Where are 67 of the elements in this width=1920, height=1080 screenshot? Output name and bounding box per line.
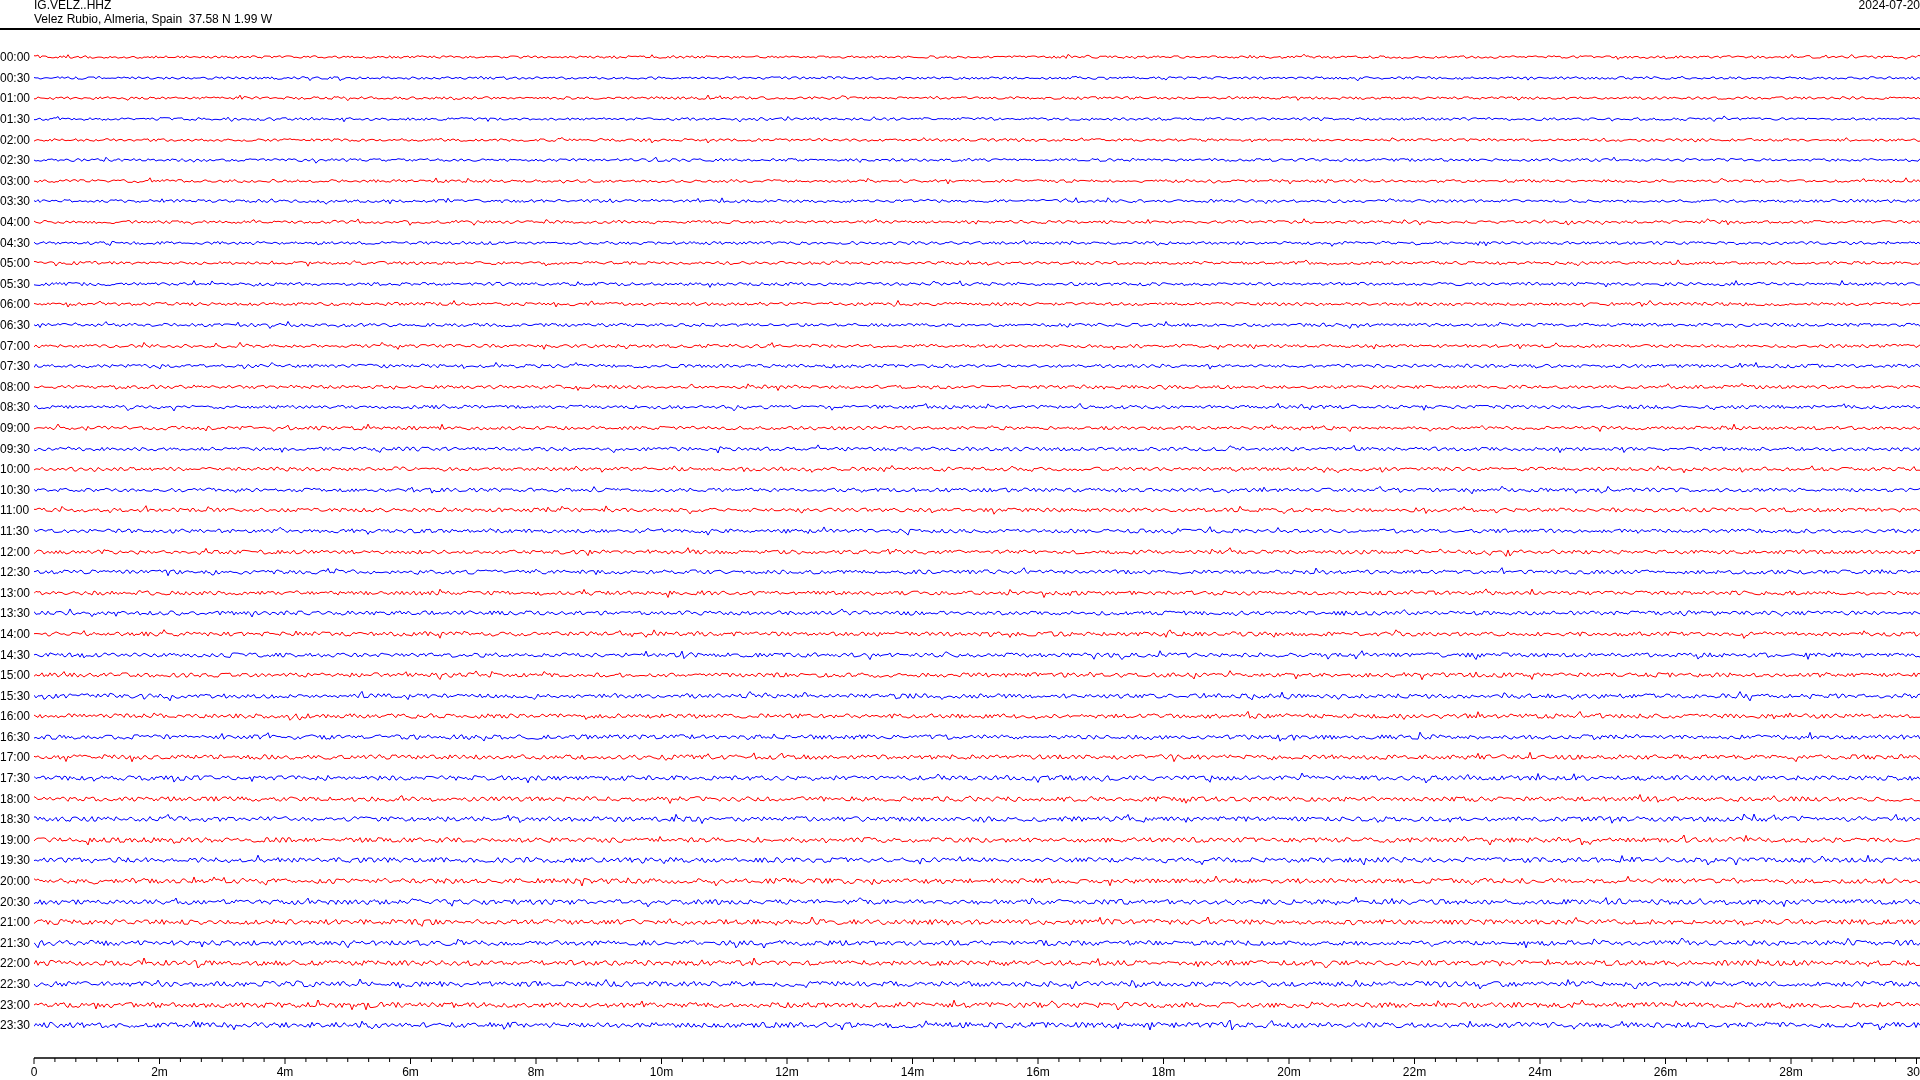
time-label: 18:30 xyxy=(0,812,32,827)
time-label: 03:30 xyxy=(0,194,32,209)
axis-label: 30 xyxy=(1906,1064,1920,1079)
time-label: 19:30 xyxy=(0,853,32,868)
time-label: 23:30 xyxy=(0,1018,32,1033)
time-label: 17:30 xyxy=(0,771,32,786)
time-label: 20:00 xyxy=(0,874,32,889)
time-label: 12:00 xyxy=(0,544,32,559)
time-label: 03:00 xyxy=(0,173,32,188)
time-label: 11:00 xyxy=(0,503,31,518)
time-label: 02:30 xyxy=(0,153,32,168)
time-label: 20:30 xyxy=(0,894,32,909)
time-label: 07:00 xyxy=(0,338,32,353)
time-label: 01:30 xyxy=(0,112,32,127)
time-label: 15:30 xyxy=(0,688,32,703)
axis-label: 4m xyxy=(276,1064,294,1079)
axis-label: 2m xyxy=(151,1064,168,1079)
axis-label: 10m xyxy=(649,1064,674,1079)
station-location: Velez Rubio, Almeria, Spain 37.58 N 1.99 W xyxy=(34,12,273,26)
time-label: 21:00 xyxy=(0,915,32,930)
axis-label: 16m xyxy=(1026,1064,1050,1079)
time-label: 10:00 xyxy=(0,462,32,477)
time-label: 06:00 xyxy=(0,297,32,312)
axis-label: 22m xyxy=(1402,1064,1427,1079)
time-label: 04:00 xyxy=(0,215,32,230)
time-label: 00:00 xyxy=(0,50,32,65)
axis-label: 20m xyxy=(1277,1064,1301,1079)
time-label: 07:30 xyxy=(0,359,32,374)
axis-label: 28m xyxy=(1779,1064,1803,1079)
time-label: 01:00 xyxy=(0,91,32,106)
time-label: 22:30 xyxy=(0,977,32,991)
time-label: 17:00 xyxy=(0,750,32,765)
axis-label: 14m xyxy=(900,1064,925,1079)
axis-label: 24m xyxy=(1528,1064,1552,1079)
station-title: IG.VELZ..HHZ xyxy=(34,0,113,12)
time-label: 18:00 xyxy=(0,791,32,806)
time-label: 08:30 xyxy=(0,400,32,415)
time-label: 14:00 xyxy=(0,626,32,641)
time-label: 13:30 xyxy=(0,606,32,621)
date-label: 2024-07-20 xyxy=(1858,0,1920,14)
axis-label: 0 xyxy=(30,1064,38,1079)
time-label: 09:30 xyxy=(0,441,32,456)
axis-label: 26m xyxy=(1653,1064,1678,1079)
time-label: 21:30 xyxy=(0,935,32,950)
time-label: 16:00 xyxy=(0,709,32,724)
time-label: 19:00 xyxy=(0,832,32,847)
time-label: 22:00 xyxy=(0,956,32,971)
time-label: 05:00 xyxy=(0,256,32,271)
time-label: 23:00 xyxy=(0,997,32,1012)
time-label: 06:30 xyxy=(0,318,32,332)
time-label: 05:30 xyxy=(0,276,32,291)
time-label: 08:00 xyxy=(0,379,32,394)
time-label: 12:30 xyxy=(0,565,32,580)
axis-label: 8m xyxy=(527,1064,545,1079)
time-label: 10:30 xyxy=(0,482,32,497)
time-label: 11:30 xyxy=(0,523,31,538)
time-label: 09:00 xyxy=(0,421,32,435)
time-label: 15:00 xyxy=(0,668,32,683)
time-label: 04:30 xyxy=(0,235,32,250)
axis-label: 12m xyxy=(775,1064,799,1079)
axis-label: 6m xyxy=(402,1064,419,1079)
time-label: 02:00 xyxy=(0,132,32,147)
time-label: 16:30 xyxy=(0,729,32,744)
axis-label: 18m xyxy=(1151,1064,1176,1079)
time-label: 13:00 xyxy=(0,585,32,600)
time-label: 00:30 xyxy=(0,70,32,85)
time-label: 14:30 xyxy=(0,647,32,662)
